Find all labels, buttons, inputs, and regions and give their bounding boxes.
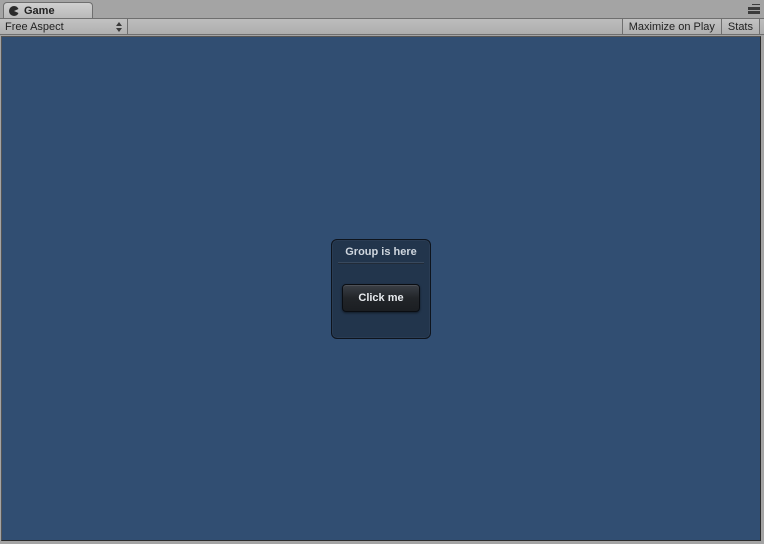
tab-game[interactable]: Game xyxy=(3,2,93,18)
stats-toggle[interactable]: Stats xyxy=(722,19,760,34)
tab-label: Game xyxy=(24,5,55,17)
viewport-frame: Group is here Click me xyxy=(0,35,764,544)
stats-label: Stats xyxy=(728,21,753,33)
gui-group-panel: Group is here Click me xyxy=(331,239,431,339)
maximize-on-play-toggle[interactable]: Maximize on Play xyxy=(623,19,722,34)
group-divider xyxy=(338,262,424,264)
maximize-on-play-label: Maximize on Play xyxy=(629,21,715,33)
toolbar-tail xyxy=(760,19,764,34)
dropdown-arrows-icon xyxy=(115,21,123,33)
game-viewport[interactable]: Group is here Click me xyxy=(1,36,761,541)
window-menu-icon[interactable] xyxy=(748,4,760,14)
group-title: Group is here xyxy=(345,246,417,258)
aspect-dropdown-label: Free Aspect xyxy=(5,21,64,33)
game-window: Game Free Aspect Maximize on Play Stats xyxy=(0,0,764,544)
pacman-icon xyxy=(8,5,20,17)
click-me-button[interactable]: Click me xyxy=(342,284,420,312)
game-toolbar: Free Aspect Maximize on Play Stats xyxy=(0,18,764,35)
click-me-button-label: Click me xyxy=(358,292,403,304)
tab-bar: Game xyxy=(0,0,764,18)
toolbar-spacer xyxy=(128,19,623,34)
aspect-dropdown[interactable]: Free Aspect xyxy=(0,19,128,34)
